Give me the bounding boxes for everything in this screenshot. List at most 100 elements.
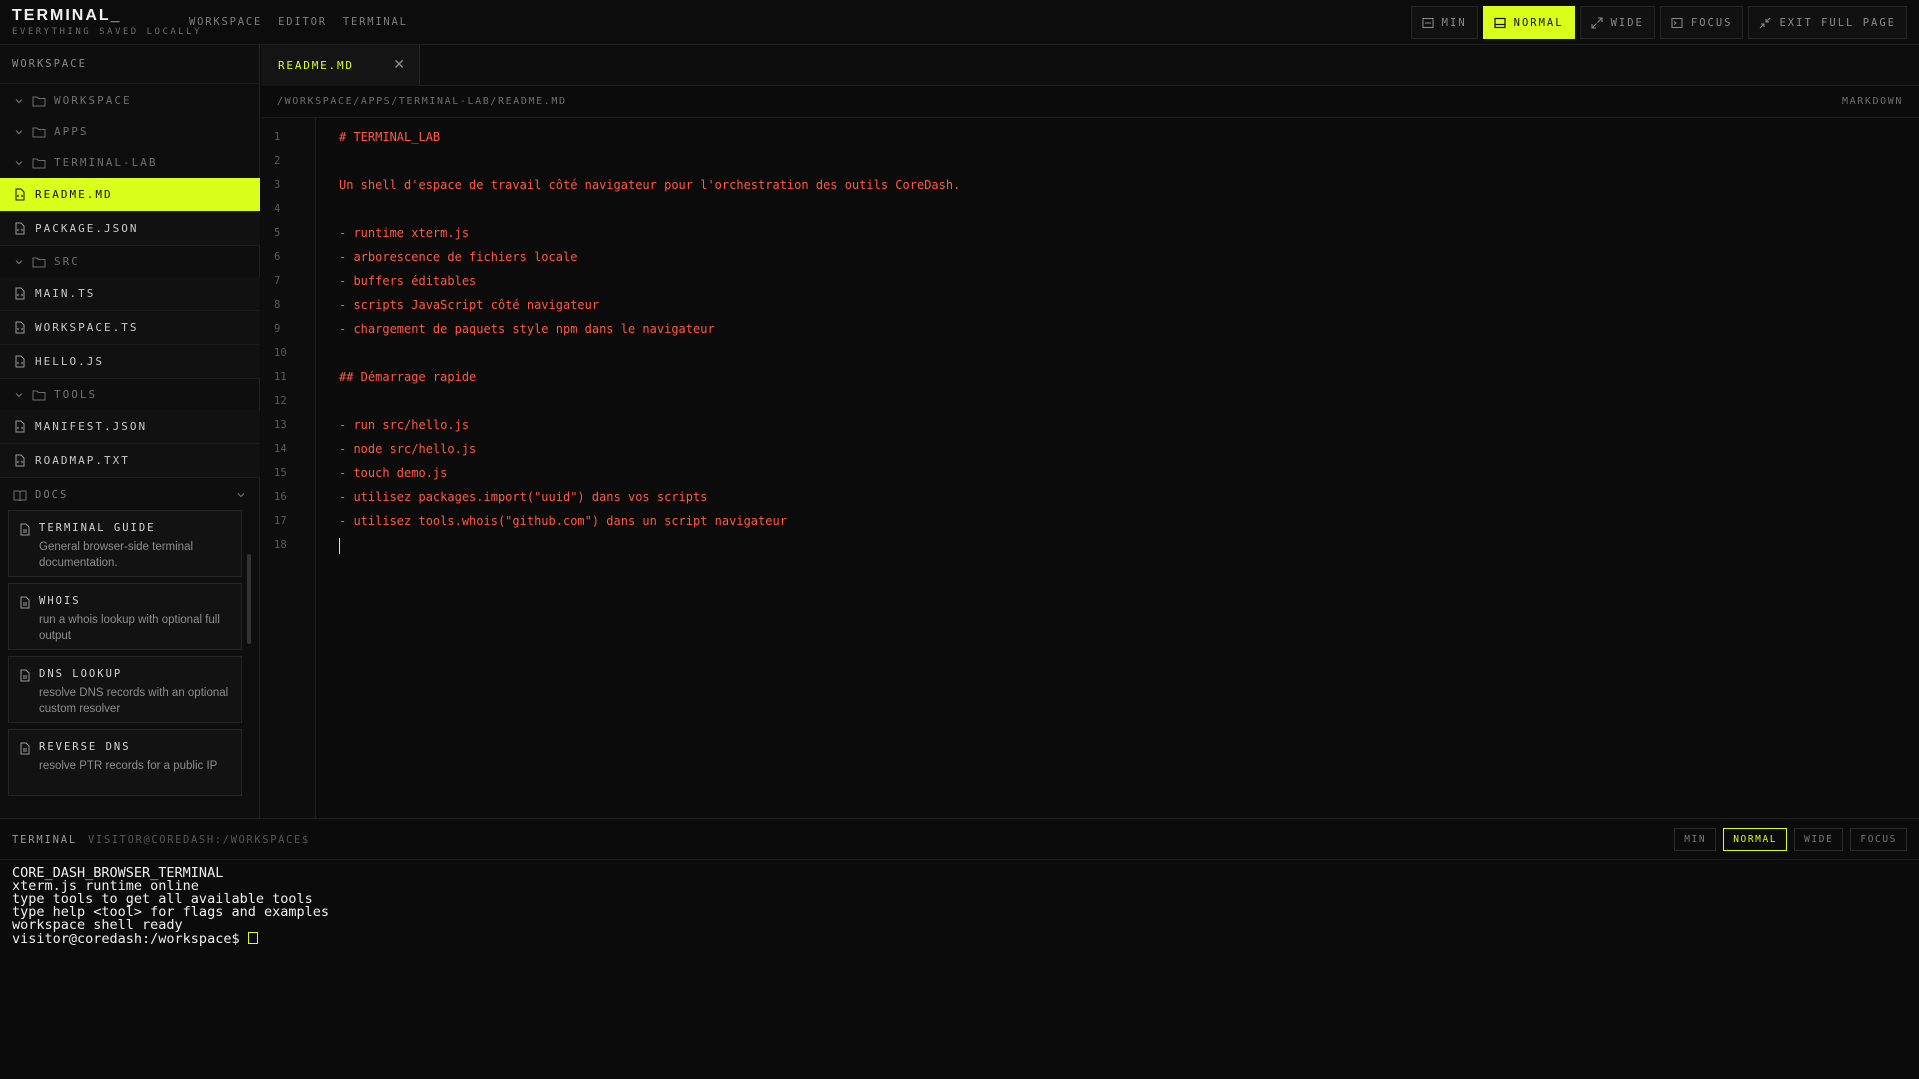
folder-icon	[32, 257, 46, 267]
chevron-down-icon	[15, 160, 23, 165]
tree-folder-src[interactable]: SRC	[0, 246, 260, 277]
chevron-down-icon	[237, 493, 245, 498]
view-mode-buttons: MIN NORMAL WIDE FOCUS EXIT FULL PAGE	[1410, 6, 1907, 39]
doc-description: General browser-side terminal documentat…	[39, 541, 194, 569]
nav-terminal[interactable]: TERMINAL	[343, 16, 408, 28]
shrink-icon	[1760, 17, 1771, 28]
tab-label: README.MD	[278, 59, 354, 72]
tree-label: HELLO.JS	[35, 355, 104, 368]
tree-file-roadmap-txt[interactable]: ROADMAP.TXT	[0, 444, 260, 478]
doc-card-terminal-guide[interactable]: TERMINAL GUIDE General browser-side term…	[8, 510, 242, 577]
terminal-prompt-line[interactable]: visitor@coredash:/workspace$	[12, 932, 329, 946]
line-number: 1	[274, 131, 281, 143]
document-icon	[20, 669, 30, 682]
tree-label: README.MD	[35, 188, 113, 201]
tree-file-manifest-json[interactable]: MANIFEST.JSON	[0, 410, 260, 444]
line-number: 4	[274, 203, 281, 215]
tree-file-readme[interactable]: README.MD	[0, 178, 260, 212]
line-number: 16	[274, 491, 287, 503]
chevron-down-icon	[15, 98, 23, 103]
view-min-button[interactable]: MIN	[1410, 6, 1478, 39]
line-number: 10	[274, 347, 287, 359]
terminal-normal-button[interactable]: NORMAL	[1723, 828, 1788, 851]
view-wide-label: WIDE	[1610, 16, 1644, 29]
layout-icon	[1494, 17, 1506, 28]
book-icon	[13, 490, 27, 501]
tree-label: SRC	[54, 255, 80, 268]
code-line: - utilisez tools.whois("github.com") dan…	[339, 514, 787, 528]
line-number: 18	[274, 539, 287, 551]
tree-label: PACKAGE.JSON	[35, 222, 139, 235]
doc-card-whois[interactable]: WHOIS run a whois lookup with optional f…	[8, 583, 242, 650]
document-icon	[20, 742, 30, 755]
terminal-output[interactable]: CORE_DASH_BROWSER_TERMINAL xterm.js runt…	[12, 866, 329, 946]
folder-icon	[32, 127, 46, 137]
tree-label: MAIN.TS	[35, 287, 96, 300]
view-focus-button[interactable]: FOCUS	[1659, 6, 1744, 39]
tree-file-main-ts[interactable]: MAIN.TS	[0, 277, 260, 311]
tree-file-workspace-ts[interactable]: WORKSPACE.TS	[0, 311, 260, 345]
code-line: - arborescence de fichiers locale	[339, 250, 578, 264]
line-number-gutter: 1 2 3 4 5 6 7 8 9 10 11 12 13 14 15 16 17 18	[261, 118, 316, 818]
tree-file-package-json[interactable]: PACKAGE.JSON	[0, 212, 260, 246]
terminal-focus-button[interactable]: FOCUS	[1850, 828, 1907, 851]
terminal-cursor	[247, 932, 258, 944]
editor-tab-readme[interactable]: README.MD ✕	[261, 45, 420, 86]
brand: TERMINAL_ EVERYTHING SAVED LOCALLY	[12, 7, 202, 37]
terminal-header: TERMINAL VISITOR@COREDASH:/WORKSPACE$ MI…	[0, 819, 1919, 860]
tree-folder-workspace[interactable]: WORKSPACE	[0, 85, 260, 116]
docs-label: DOCS	[35, 489, 69, 501]
docs-section-header[interactable]: DOCS	[0, 478, 260, 512]
line-number: 7	[274, 275, 281, 287]
tree-label: ROADMAP.TXT	[35, 454, 130, 467]
doc-description: resolve DNS records with an optional cus…	[39, 687, 229, 715]
language-mode[interactable]: MARKDOWN	[1842, 96, 1903, 107]
line-number: 14	[274, 443, 287, 455]
code-line: - chargement de paquets style npm dans l…	[339, 322, 715, 336]
app-subtitle: EVERYTHING SAVED LOCALLY	[12, 27, 203, 37]
file-code-icon	[15, 287, 25, 300]
view-normal-button[interactable]: NORMAL	[1482, 6, 1575, 39]
file-code-icon	[15, 188, 25, 201]
tree-folder-terminal-lab[interactable]: TERMINAL-LAB	[0, 147, 260, 178]
top-nav: WORKSPACE EDITOR TERMINAL	[189, 16, 408, 28]
chevron-down-icon	[15, 259, 23, 264]
tree-label: APPS	[54, 125, 89, 138]
chevron-down-icon	[15, 392, 23, 397]
file-path-bar: /WORKSPACE/APPS/TERMINAL-LAB/README.MD M…	[261, 86, 1919, 118]
close-icon[interactable]: ✕	[393, 57, 405, 73]
tree-label: TOOLS	[54, 388, 98, 401]
nav-workspace[interactable]: WORKSPACE	[189, 16, 262, 28]
code-line: - run src/hello.js	[339, 418, 470, 432]
line-number: 6	[274, 251, 281, 263]
folder-icon	[32, 158, 46, 168]
code-line: Un shell d'espace de travail côté naviga…	[339, 178, 961, 192]
tree-folder-apps[interactable]: APPS	[0, 116, 260, 147]
file-code-icon	[15, 321, 25, 334]
tree-folder-tools[interactable]: TOOLS	[0, 379, 260, 410]
terminal-min-button[interactable]: MIN	[1674, 828, 1717, 851]
line-number: 8	[274, 299, 281, 311]
folder-icon	[32, 96, 46, 106]
line-number: 11	[274, 371, 287, 383]
tree-label: WORKSPACE	[54, 94, 132, 107]
doc-card-reverse-dns[interactable]: REVERSE DNS resolve PTR records for a pu…	[8, 729, 242, 796]
view-normal-label: NORMAL	[1513, 16, 1564, 29]
editor-pane: README.MD ✕ /WORKSPACE/APPS/TERMINAL-LAB…	[261, 45, 1919, 818]
sidebar-header: WORKSPACE	[0, 45, 259, 84]
exit-full-page-button[interactable]: EXIT FULL PAGE	[1748, 6, 1907, 39]
file-code-icon	[15, 355, 25, 368]
nav-editor[interactable]: EDITOR	[278, 16, 327, 28]
expand-icon	[1591, 16, 1603, 29]
docs-scrollbar[interactable]	[247, 554, 251, 644]
terminal-panel: TERMINAL VISITOR@COREDASH:/WORKSPACE$ MI…	[0, 818, 1919, 1079]
terminal-wide-button[interactable]: WIDE	[1794, 828, 1844, 851]
document-icon	[20, 596, 30, 609]
code-line: - buffers éditables	[339, 274, 477, 288]
tree-file-hello-js[interactable]: HELLO.JS	[0, 345, 260, 379]
code-line: - touch demo.js	[339, 466, 448, 480]
line-number: 5	[274, 227, 281, 239]
line-number: 9	[274, 323, 281, 335]
doc-card-dns-lookup[interactable]: DNS LOOKUP resolve DNS records with an o…	[8, 656, 242, 723]
view-wide-button[interactable]: WIDE	[1579, 6, 1655, 39]
